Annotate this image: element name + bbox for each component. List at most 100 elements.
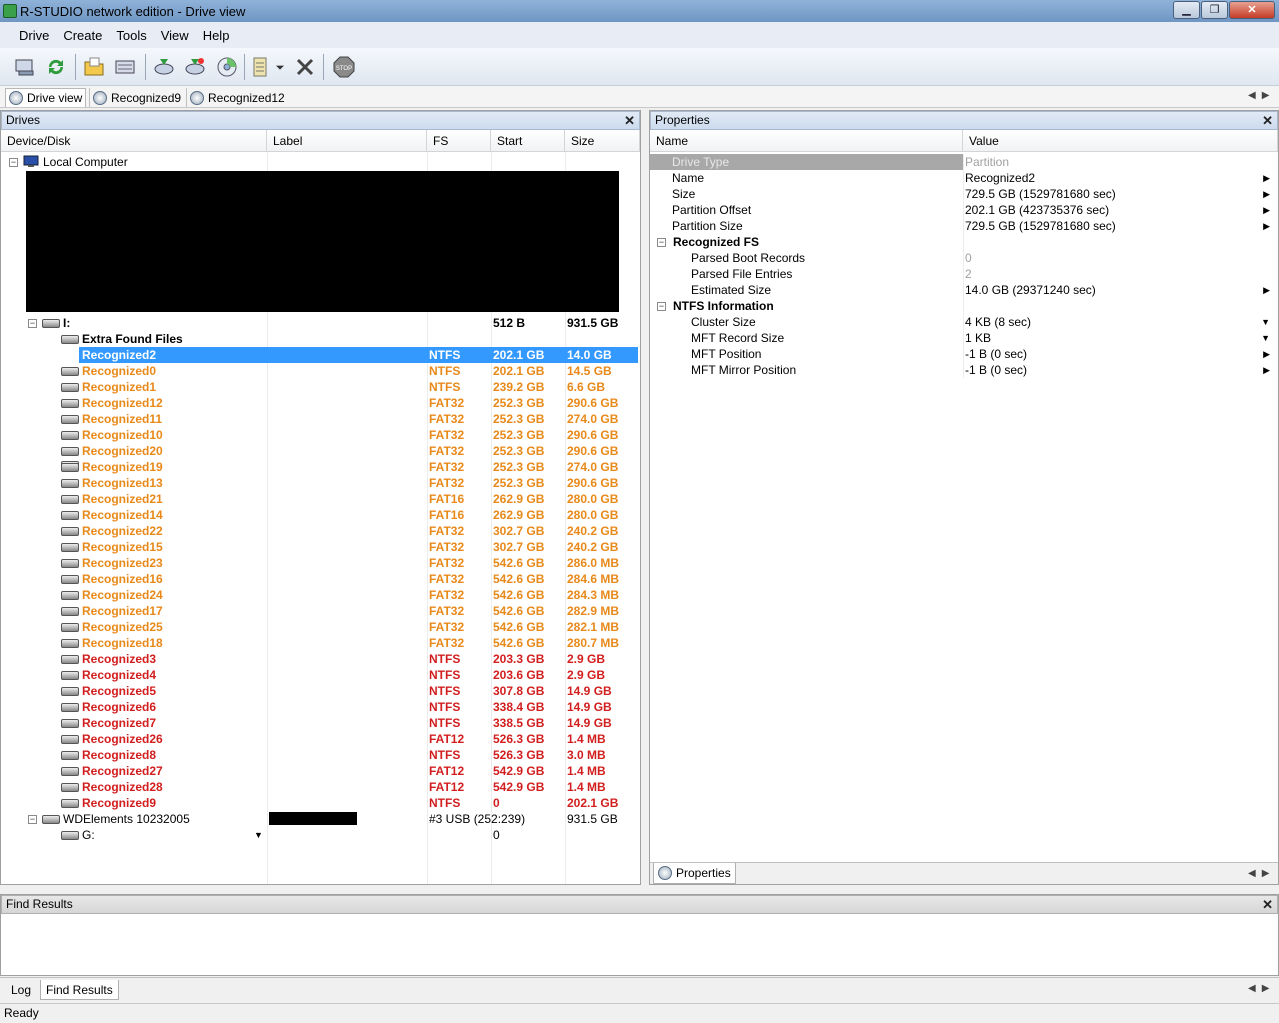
close-icon[interactable]: ✕ bbox=[1262, 896, 1273, 913]
dropdown-arrow-icon[interactable] bbox=[272, 53, 288, 81]
tree-row-partition[interactable]: Recognized23 FAT32 542.6 GB 286.0 MB bbox=[1, 555, 640, 571]
tree-row-partition[interactable]: Recognized2 NTFS 202.1 GB 14.0 GB bbox=[79, 347, 638, 363]
collapse-icon[interactable]: − bbox=[28, 815, 37, 824]
recover-marked-icon[interactable] bbox=[181, 53, 209, 81]
property-row[interactable]: Name Recognized2 ▶ bbox=[650, 170, 1278, 186]
property-row[interactable]: − NTFS Information bbox=[650, 298, 1278, 314]
property-row[interactable]: Cluster Size 4 KB (8 sec) ▼ bbox=[650, 314, 1278, 330]
property-row[interactable]: Size 729.5 GB (1529781680 sec) ▶ bbox=[650, 186, 1278, 202]
tree-row-partition[interactable]: Recognized20 FAT32 252.3 GB 290.6 GB bbox=[1, 443, 640, 459]
tree-row-partition[interactable]: Recognized11 FAT32 252.3 GB 274.0 GB bbox=[1, 411, 640, 427]
tree-row-partition[interactable]: Recognized18 FAT32 542.6 GB 280.7 MB bbox=[1, 635, 640, 651]
column-header-device[interactable]: Device/Disk bbox=[1, 130, 267, 152]
tree-row-partition[interactable]: Recognized25 FAT32 542.6 GB 282.1 MB bbox=[1, 619, 640, 635]
tree-row-partition[interactable]: Recognized24 FAT32 542.6 GB 284.3 MB bbox=[1, 587, 640, 603]
property-row[interactable]: − Recognized FS bbox=[650, 234, 1278, 250]
tree-row-partition[interactable]: Recognized12 FAT32 252.3 GB 290.6 GB bbox=[1, 395, 640, 411]
stop-icon[interactable]: STOP bbox=[330, 53, 358, 81]
app-icon[interactable] bbox=[3, 4, 17, 18]
tab-scroll-arrows[interactable]: ◀▶ bbox=[1248, 868, 1275, 879]
column-header-value[interactable]: Value bbox=[963, 130, 1278, 152]
tree-row-partition[interactable]: Recognized8 NTFS 526.3 GB 3.0 MB bbox=[1, 747, 640, 763]
tree-row-partition[interactable]: Recognized22 FAT32 302.7 GB 240.2 GB bbox=[1, 523, 640, 539]
tab-scroll-arrows[interactable]: ◀▶ bbox=[1248, 90, 1275, 101]
expand-arrow-icon[interactable]: ▶ bbox=[1263, 218, 1270, 234]
expand-arrow-icon[interactable]: ▶ bbox=[1263, 346, 1270, 362]
property-row[interactable]: MFT Mirror Position -1 B (0 sec) ▶ bbox=[650, 362, 1278, 378]
property-row[interactable]: MFT Position -1 B (0 sec) ▶ bbox=[650, 346, 1278, 362]
recover-icon[interactable] bbox=[150, 53, 178, 81]
tree-row-extra-found-files[interactable]: Extra Found Files bbox=[1, 331, 640, 347]
property-row[interactable]: Partition Offset 202.1 GB (423735376 sec)… bbox=[650, 202, 1278, 218]
tree-row-drive-i[interactable]: − I: 512 B 931.5 GB bbox=[1, 315, 640, 331]
tab-log[interactable]: Log bbox=[6, 980, 36, 1000]
property-row[interactable]: Estimated Size 14.0 GB (29371240 sec) ▶ bbox=[650, 282, 1278, 298]
close-icon[interactable]: ✕ bbox=[1262, 112, 1273, 129]
tree-row-partition[interactable]: Recognized1 NTFS 239.2 GB 6.6 GB bbox=[1, 379, 640, 395]
property-row[interactable]: Partition Size 729.5 GB (1529781680 sec) ▶ bbox=[650, 218, 1278, 234]
tree-row-partition[interactable]: Recognized10 FAT32 252.3 GB 290.6 GB bbox=[1, 427, 640, 443]
menu-create[interactable]: Create bbox=[56, 28, 109, 43]
tab-properties[interactable]: Properties bbox=[653, 863, 736, 884]
collapse-icon[interactable]: − bbox=[28, 319, 37, 328]
column-header-fs[interactable]: FS bbox=[427, 130, 491, 152]
property-row[interactable]: Parsed File Entries 2 bbox=[650, 266, 1278, 282]
tree-row-partition[interactable]: Recognized3 NTFS 203.3 GB 2.9 GB bbox=[1, 651, 640, 667]
tab-drive-view[interactable]: Drive view bbox=[5, 88, 87, 107]
menu-drive[interactable]: Drive bbox=[12, 28, 56, 43]
tree-row-drive-g[interactable]: G: ▼ 0 bbox=[1, 827, 640, 843]
column-header-name[interactable]: Name bbox=[650, 130, 963, 152]
tree-row-partition[interactable]: Recognized9 NTFS 0 202.1 GB bbox=[1, 795, 640, 811]
tree-row-wdelements[interactable]: − WDElements 10232005 #3 USB (252:239) 9… bbox=[1, 811, 640, 827]
tree-row-partition[interactable]: Recognized19 FAT32 252.3 GB 274.0 GB bbox=[1, 459, 640, 475]
property-row[interactable]: MFT Record Size 1 KB ▼ bbox=[650, 330, 1278, 346]
dropdown-arrow-icon[interactable]: ▼ bbox=[254, 827, 263, 843]
property-row[interactable]: Drive Type Partition bbox=[650, 154, 1278, 170]
tree-row-partition[interactable]: Recognized7 NTFS 338.5 GB 14.9 GB bbox=[1, 715, 640, 731]
connect-icon[interactable] bbox=[11, 53, 39, 81]
tab-find-results[interactable]: Find Results bbox=[40, 980, 119, 1000]
tree-row-local-computer[interactable]: − Local Computer bbox=[1, 154, 640, 170]
close-icon[interactable]: ✕ bbox=[1229, 1, 1275, 19]
tree-row-partition[interactable]: Recognized4 NTFS 203.6 GB 2.9 GB bbox=[1, 667, 640, 683]
column-header-label[interactable]: Label bbox=[267, 130, 427, 152]
region-icon[interactable] bbox=[246, 53, 274, 81]
property-row[interactable]: Parsed Boot Records 0 bbox=[650, 250, 1278, 266]
expand-arrow-icon[interactable]: ▶ bbox=[1263, 282, 1270, 298]
column-header-start[interactable]: Start bbox=[491, 130, 565, 152]
open-folder-icon[interactable] bbox=[80, 53, 108, 81]
collapse-icon[interactable]: − bbox=[657, 238, 666, 247]
tree-row-partition[interactable]: Recognized6 NTFS 338.4 GB 14.9 GB bbox=[1, 699, 640, 715]
tree-row-partition[interactable]: Recognized26 FAT12 526.3 GB 1.4 MB bbox=[1, 731, 640, 747]
collapse-icon[interactable]: − bbox=[9, 158, 18, 167]
menu-help[interactable]: Help bbox=[196, 28, 237, 43]
scan-icon[interactable] bbox=[111, 53, 139, 81]
remove-icon[interactable] bbox=[291, 53, 319, 81]
menu-view[interactable]: View bbox=[154, 28, 196, 43]
expand-arrow-icon[interactable]: ▶ bbox=[1263, 186, 1270, 202]
tree-row-partition[interactable]: Recognized27 FAT12 542.9 GB 1.4 MB bbox=[1, 763, 640, 779]
tree-row-partition[interactable]: Recognized17 FAT32 542.6 GB 282.9 MB bbox=[1, 603, 640, 619]
tree-row-partition[interactable]: Recognized28 FAT12 542.9 GB 1.4 MB bbox=[1, 779, 640, 795]
restore-icon[interactable]: ❐ bbox=[1201, 1, 1228, 19]
refresh-icon[interactable] bbox=[42, 53, 70, 81]
expand-arrow-icon[interactable]: ▶ bbox=[1263, 202, 1270, 218]
expand-arrow-icon[interactable]: ▶ bbox=[1263, 362, 1270, 378]
tab-recognized12[interactable]: Recognized12 bbox=[186, 88, 288, 107]
tree-row-partition[interactable]: Recognized0 NTFS 202.1 GB 14.5 GB bbox=[1, 363, 640, 379]
tree-row-partition[interactable]: Recognized15 FAT32 302.7 GB 240.2 GB bbox=[1, 539, 640, 555]
menu-tools[interactable]: Tools bbox=[109, 28, 153, 43]
tree-row-partition[interactable]: Recognized5 NTFS 307.8 GB 14.9 GB bbox=[1, 683, 640, 699]
collapse-icon[interactable]: − bbox=[657, 302, 666, 311]
tree-row-partition[interactable]: Recognized13 FAT32 252.3 GB 290.6 GB bbox=[1, 475, 640, 491]
tab-recognized9[interactable]: Recognized9 bbox=[89, 88, 184, 107]
dropdown-arrow-icon[interactable]: ▼ bbox=[1261, 314, 1270, 330]
dropdown-arrow-icon[interactable]: ▼ bbox=[1261, 330, 1270, 346]
expand-arrow-icon[interactable]: ▶ bbox=[1263, 170, 1270, 186]
tree-row-partition[interactable]: Recognized21 FAT16 262.9 GB 280.0 GB bbox=[1, 491, 640, 507]
tree-row-partition[interactable]: Recognized16 FAT32 542.6 GB 284.6 MB bbox=[1, 571, 640, 587]
tree-row-partition[interactable]: Recognized14 FAT16 262.9 GB 280.0 GB bbox=[1, 507, 640, 523]
tab-scroll-arrows[interactable]: ◀▶ bbox=[1248, 983, 1275, 994]
close-icon[interactable]: ✕ bbox=[624, 112, 635, 129]
disk-image-icon[interactable] bbox=[213, 53, 241, 81]
